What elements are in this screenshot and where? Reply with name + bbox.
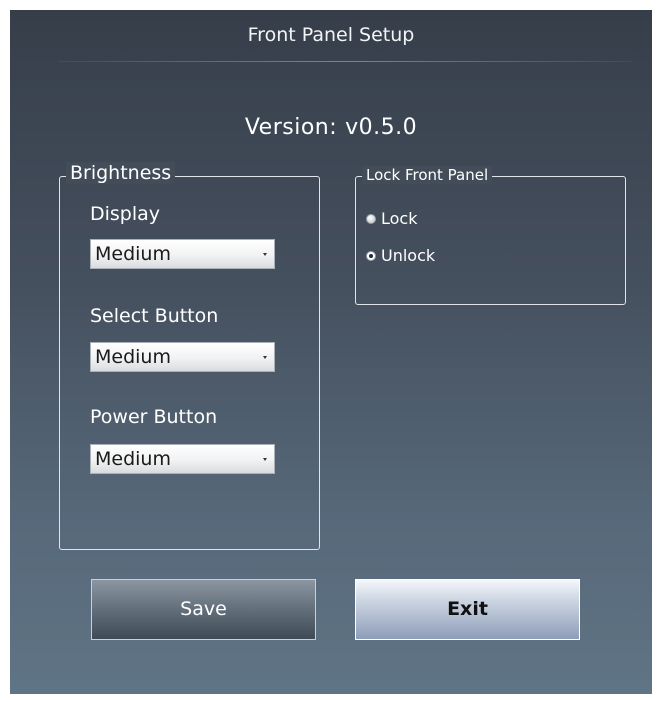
power-button-brightness-value: Medium bbox=[95, 448, 171, 470]
unlock-radio-label: Unlock bbox=[381, 246, 436, 265]
lock-front-panel-legend: Lock Front Panel bbox=[362, 166, 493, 184]
lock-front-panel-group: Lock Front Panel Lock Unlock bbox=[355, 166, 626, 305]
display-brightness-value: Medium bbox=[95, 243, 171, 265]
title-divider bbox=[58, 61, 632, 62]
display-label: Display bbox=[90, 203, 161, 225]
version-value: v0.5.0 bbox=[345, 115, 418, 140]
brightness-group: Brightness Display Medium Select Button … bbox=[59, 162, 320, 550]
select-button-brightness-value: Medium bbox=[95, 346, 171, 368]
power-button-brightness-select[interactable]: Medium bbox=[90, 444, 275, 474]
unlock-radio-button[interactable] bbox=[366, 250, 376, 261]
version-text: Version: v0.5.0 bbox=[10, 115, 652, 140]
version-label: Version: bbox=[244, 115, 338, 140]
select-button-label: Select Button bbox=[90, 305, 219, 327]
chevron-down-icon bbox=[263, 356, 267, 359]
power-button-label: Power Button bbox=[90, 406, 218, 428]
front-panel-setup-window: Front Panel Setup Version: v0.5.0 Brightn… bbox=[10, 10, 652, 694]
exit-button[interactable]: Exit bbox=[355, 579, 580, 640]
brightness-legend: Brightness bbox=[66, 162, 176, 184]
lock-radio-button[interactable] bbox=[366, 213, 376, 224]
unlock-radio-option[interactable]: Unlock bbox=[366, 246, 435, 265]
window-title: Front Panel Setup bbox=[247, 24, 415, 46]
chevron-down-icon bbox=[263, 253, 267, 256]
chevron-down-icon bbox=[263, 458, 267, 461]
display-brightness-select[interactable]: Medium bbox=[90, 239, 275, 269]
save-button[interactable]: Save bbox=[91, 579, 316, 640]
lock-radio-option[interactable]: Lock bbox=[366, 209, 417, 228]
lock-radio-label: Lock bbox=[381, 209, 418, 228]
select-button-brightness-select[interactable]: Medium bbox=[90, 342, 275, 372]
